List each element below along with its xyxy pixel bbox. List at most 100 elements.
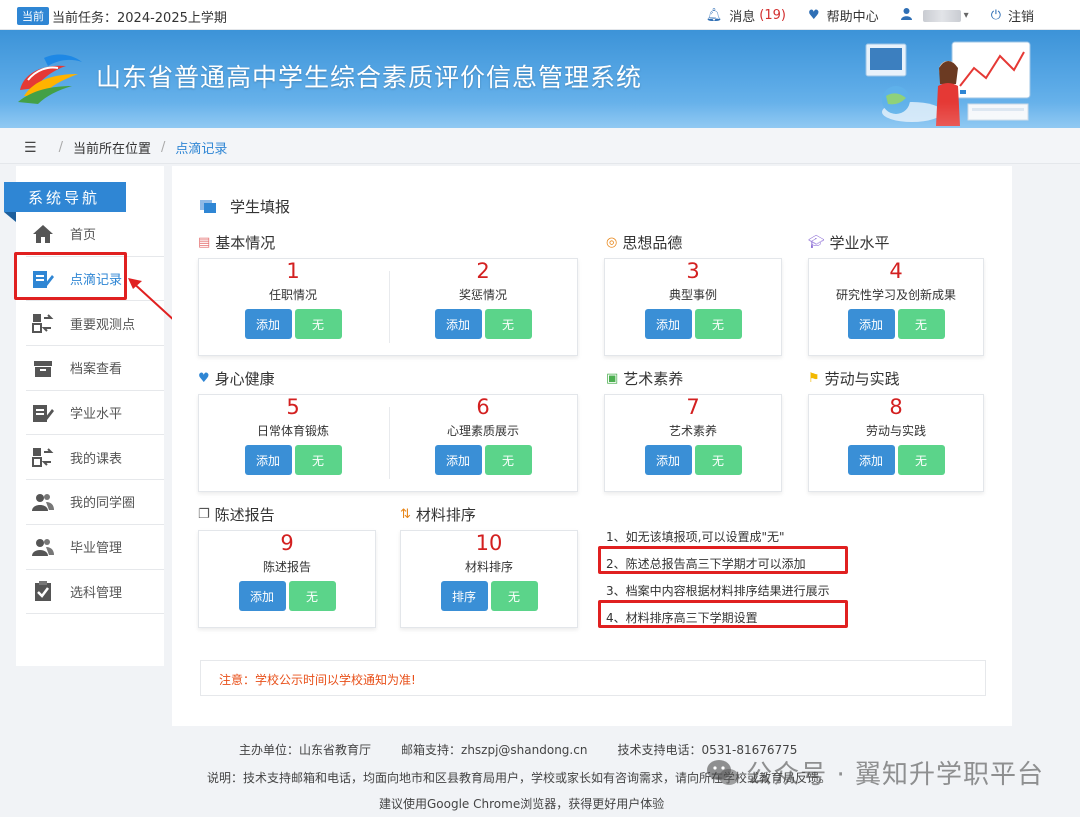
page-title: 学生填报 [200,196,290,217]
item-6: 6 心理素质展示 添加无 [389,395,577,491]
none-button[interactable]: 无 [294,309,342,339]
highlight-box-note-2 [598,546,848,574]
sidebar-item-archive[interactable]: 档案查看 [26,346,164,391]
section-title: 学业水平 [829,234,890,252]
none-button[interactable]: 无 [694,445,742,475]
bell-icon: 🔔︎ [705,8,723,23]
swap-icon [30,312,56,334]
section-academic: 🎓︎ 学业水平 [808,232,890,253]
add-button[interactable]: 添加 [644,445,692,475]
item-number: 9 [280,531,294,555]
sidebar-item-home[interactable]: 首页 [26,212,164,257]
item-label: 心理素质展示 [446,424,519,438]
add-button[interactable]: 添加 [644,309,692,339]
note-item: 1、如无该填报项,可以设置成"无" [606,530,785,544]
item-label: 陈述报告 [262,560,311,574]
banner-illustration [865,41,1031,126]
chevron-down-icon: ▾ [963,10,969,21]
sort-icon: ⇅ [400,507,411,522]
sidebar-item-classmates[interactable]: 我的同学圈 [26,480,164,525]
breadcrumb-current[interactable]: 点滴记录 [175,138,227,157]
none-button[interactable]: 无 [288,581,336,611]
sidebar-item-subject-selection[interactable]: 选科管理 [26,570,164,615]
item-7: 7 艺术素养 添加无 [605,395,781,491]
archive-icon [30,357,56,379]
menu-icon[interactable]: ☰ [24,140,37,156]
watermark: 公众号 · 翼知升学职平台 [706,754,1044,791]
flag-icon: ⚑ [808,371,820,386]
card-basic: 1 任职情况 添加无 2 奖惩情况 添加无 [198,258,578,356]
item-label: 日常体育锻炼 [256,424,329,438]
sidebar-item-label: 首页 [70,228,97,244]
current-task: 当前任务：2024-2025上学期 [52,11,227,26]
item-1: 1 任职情况 添加无 [199,259,387,355]
section-title: 身心健康 [214,370,275,388]
item-label: 奖惩情况 [458,288,507,302]
item-label: 任职情况 [268,288,317,302]
help-link[interactable]: ♥ 帮助中心 [808,6,879,25]
sort-button[interactable]: 排序 [440,581,488,611]
copy-icon [200,199,218,214]
section-sorting: ⇅ 材料排序 [400,504,476,525]
footer: 主办单位：山东省教育厅 邮箱支持：zhszpj@shandong.cn 技术支持… [0,730,1080,817]
top-right-menu: 🔔︎ 消息 (19) ♥ 帮助中心 ▾ ⏻ 注销 [684,6,1034,25]
sidebar-item-timetable[interactable]: 我的课表 [26,435,164,481]
item-number: 2 [476,259,490,283]
notice-text: 注意：学校公示时间以学校通知为准! [219,673,416,687]
section-labor: ⚑ 劳动与实践 [808,368,900,389]
logout-label: 注销 [1007,10,1034,25]
item-8: 8 劳动与实践 添加无 [809,395,983,491]
users-icon [30,536,56,558]
item-10: 10 材料排序 排序无 [401,531,577,627]
page-title-text: 学生填报 [230,198,291,216]
none-button[interactable]: 无 [694,309,742,339]
breadcrumb-location-label: 当前所在位置 [72,142,151,157]
item-label: 典型事例 [668,288,717,302]
item-4: 4 研究性学习及创新成果 添加无 [809,259,983,355]
user-name-redacted [922,9,961,22]
section-title: 思想品德 [622,234,683,252]
sidebar: 系统导航 首页 点滴记录 重要观测点 档案查看 学业水平 我的课表 我的同学圈 … [4,166,164,666]
card-labor: 8 劳动与实践 添加无 [808,394,984,492]
swap-icon [30,446,56,468]
section-title: 劳动与实践 [824,370,900,388]
logout-link[interactable]: ⏻ 注销 [991,6,1034,25]
note-item: 3、档案中内容根据材料排序结果进行展示 [606,584,830,598]
messages-link[interactable]: 🔔︎ 消息 (19) [706,6,786,25]
add-button[interactable]: 添加 [434,309,482,339]
watermark-text: 公众号 · 翼知升学职平台 [746,760,1044,790]
item-number: 7 [686,395,700,419]
add-button[interactable]: 添加 [244,445,292,475]
none-button[interactable]: 无 [484,445,532,475]
highlight-box-records [14,252,127,300]
add-button[interactable]: 添加 [244,309,292,339]
lifebuoy-icon: ◎ [606,235,618,250]
user-menu[interactable]: ▾ [900,7,969,24]
none-button[interactable]: 无 [294,445,342,475]
add-button[interactable]: 添加 [847,309,895,339]
none-button[interactable]: 无 [484,309,532,339]
graduation-cap-icon: 🎓︎ [808,235,825,250]
card-health: 5 日常体育锻炼 添加无 6 心理素质展示 添加无 [198,394,578,492]
sidebar-item-graduation[interactable]: 毕业管理 [26,525,164,570]
header-banner: 山东省普通高中学生综合素质评价信息管理系统 [0,30,1080,128]
section-basic: ▤ 基本情况 [198,232,275,253]
add-button[interactable]: 添加 [238,581,286,611]
heart-icon: ♥ [807,8,820,23]
sidebar-header: 系统导航 [4,182,126,222]
highlight-box-note-4 [598,600,848,628]
item-3: 3 典型事例 添加无 [605,259,781,355]
none-button[interactable]: 无 [897,445,945,475]
power-icon: ⏻ [990,8,1001,23]
item-number: 4 [889,259,903,283]
add-button[interactable]: 添加 [847,445,895,475]
sidebar-item-label: 我的同学圈 [70,496,136,512]
system-title: 山东省普通高中学生综合素质评价信息管理系统 [96,63,643,92]
image-icon: ▣ [606,371,619,386]
add-button[interactable]: 添加 [434,445,482,475]
sidebar-item-academic[interactable]: 学业水平 [26,391,164,436]
main-panel: 学生填报 ▤ 基本情况 ◎ 思想品德 🎓︎ 学业水平 ♥ 身心健康 ▣ 艺术素养… [172,166,1012,726]
none-button[interactable]: 无 [490,581,538,611]
section-health: ♥ 身心健康 [198,368,275,389]
none-button[interactable]: 无 [897,309,945,339]
